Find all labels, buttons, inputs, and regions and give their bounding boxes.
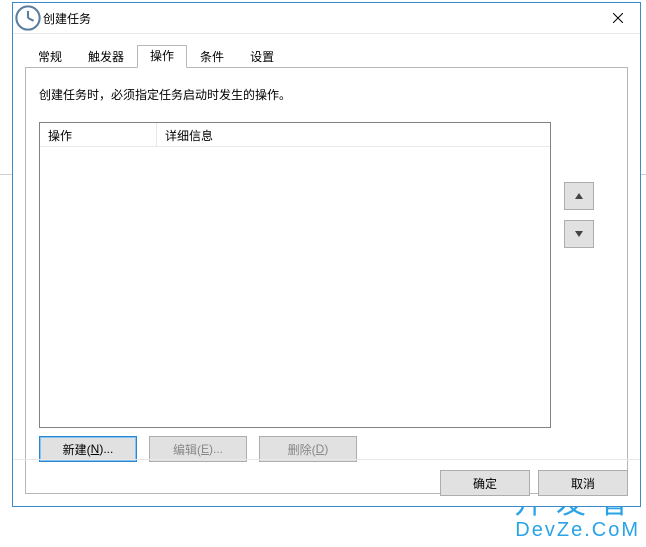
tab-actions[interactable]: 操作: [137, 45, 187, 68]
chevron-down-icon: [575, 231, 583, 237]
tab-conditions[interactable]: 条件: [187, 46, 237, 68]
tab-general[interactable]: 常规: [25, 46, 75, 68]
move-down-button[interactable]: [564, 220, 594, 248]
close-button[interactable]: [595, 3, 640, 33]
dialog-title: 创建任务: [43, 9, 595, 27]
new-button-key: N: [91, 442, 100, 456]
edit-button-post: )...: [209, 442, 223, 456]
tab-underline: [25, 67, 628, 68]
cancel-button[interactable]: 取消: [538, 470, 628, 496]
edit-button-key: E: [201, 442, 209, 456]
col-action[interactable]: 操作: [40, 123, 156, 146]
new-button-pre: 新建(: [63, 441, 91, 458]
title-bar: 创建任务: [13, 3, 640, 34]
actions-panel: 创建任务时，必须指定任务启动时发生的操作。 操作 详细信息: [25, 68, 628, 494]
panel-hint: 创建任务时，必须指定任务启动时发生的操作。: [39, 86, 291, 103]
actions-list-header: 操作 详细信息: [40, 123, 550, 147]
tab-triggers[interactable]: 触发器: [75, 46, 137, 68]
dialog-footer: 确定 取消: [13, 459, 640, 506]
delete-button-key: D: [316, 442, 325, 456]
ok-button[interactable]: 确定: [440, 470, 530, 496]
reorder-buttons: [564, 182, 592, 258]
move-up-button[interactable]: [564, 182, 594, 210]
actions-list[interactable]: 操作 详细信息: [39, 122, 551, 428]
col-details[interactable]: 详细信息: [156, 123, 550, 146]
edit-button-pre: 编辑(: [173, 441, 201, 458]
dialog-body: 常规 触发器 操作 条件 设置 创建任务时，必须指定任务启动时发生的操作。 操作…: [13, 34, 640, 506]
delete-button-post: ): [324, 442, 328, 456]
new-button-post: )...: [99, 442, 113, 456]
close-icon: [613, 13, 623, 23]
chevron-up-icon: [575, 193, 583, 199]
delete-button-pre: 删除(: [288, 441, 316, 458]
create-task-dialog: 创建任务 常规 触发器 操作 条件 设置 创建任务时，必须指定任务启动时发生的操…: [12, 2, 641, 507]
clock-icon: [13, 3, 43, 33]
tab-strip: 常规 触发器 操作 条件 设置: [25, 46, 628, 68]
tab-settings[interactable]: 设置: [237, 46, 287, 68]
